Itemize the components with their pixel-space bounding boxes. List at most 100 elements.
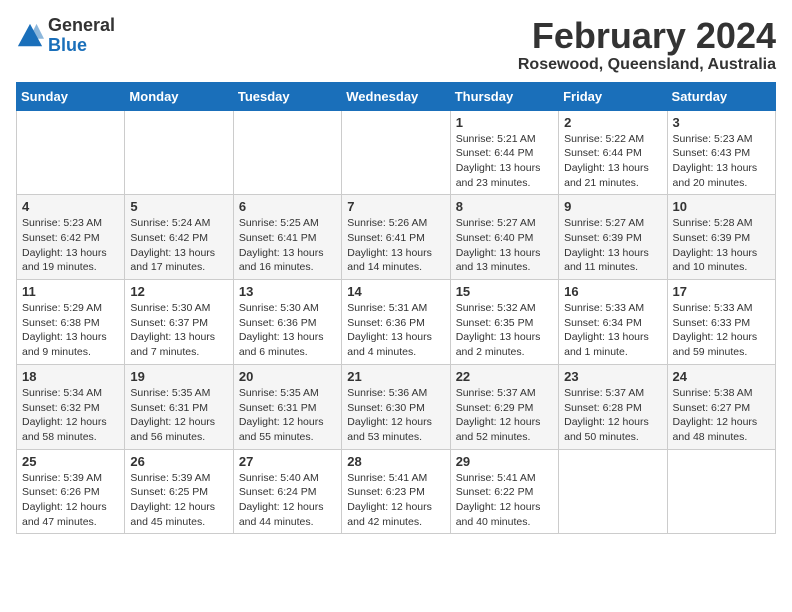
day-number: 14 [347,284,444,299]
day-info: Sunrise: 5:31 AM Sunset: 6:36 PM Dayligh… [347,301,444,360]
day-info: Sunrise: 5:33 AM Sunset: 6:34 PM Dayligh… [564,301,661,360]
day-info: Sunrise: 5:26 AM Sunset: 6:41 PM Dayligh… [347,216,444,275]
day-info: Sunrise: 5:30 AM Sunset: 6:36 PM Dayligh… [239,301,336,360]
day-number: 19 [130,369,227,384]
table-row: 4Sunrise: 5:23 AM Sunset: 6:42 PM Daylig… [17,195,125,280]
header-sunday: Sunday [17,82,125,110]
day-info: Sunrise: 5:27 AM Sunset: 6:39 PM Dayligh… [564,216,661,275]
day-info: Sunrise: 5:38 AM Sunset: 6:27 PM Dayligh… [673,386,770,445]
logo-icon [16,22,44,50]
table-row: 8Sunrise: 5:27 AM Sunset: 6:40 PM Daylig… [450,195,558,280]
table-row: 7 Sunrise: 5:26 AM Sunset: 6:41 PM Daylig… [342,195,450,280]
day-number: 15 [456,284,553,299]
month-title: February 2024 [518,16,776,56]
day-number: 24 [673,369,770,384]
day-info: Sunrise: 5:21 AM Sunset: 6:44 PM Dayligh… [456,132,553,191]
table-row: 13 Sunrise: 5:30 AM Sunset: 6:36 PM Dayli… [233,280,341,365]
table-row: 11 Sunrise: 5:29 AM Sunset: 6:38 PM Dayli… [17,280,125,365]
day-number: 27 [239,454,336,469]
calendar-table: Sunday Monday Tuesday Wednesday Thursday… [16,82,776,535]
day-number: 18 [22,369,119,384]
day-number: 9 [564,199,661,214]
day-number: 20 [239,369,336,384]
table-row: 14 Sunrise: 5:31 AM Sunset: 6:36 PM Dayli… [342,280,450,365]
day-number: 26 [130,454,227,469]
day-info: Sunrise: 5:29 AM Sunset: 6:38 PM Dayligh… [22,301,119,360]
table-row [233,110,341,195]
day-number: 25 [22,454,119,469]
day-info: Sunrise: 5:39 AM Sunset: 6:25 PM Dayligh… [130,471,227,530]
day-info: Sunrise: 5:24 AM Sunset: 6:42 PM Dayligh… [130,216,227,275]
day-info: Sunrise: 5:34 AM Sunset: 6:32 PM Dayligh… [22,386,119,445]
table-row: 25 Sunrise: 5:39 AM Sunset: 6:26 PM Dayli… [17,449,125,534]
table-row: 17Sunrise: 5:33 AM Sunset: 6:33 PM Dayli… [667,280,775,365]
table-row: 21 Sunrise: 5:36 AM Sunset: 6:30 PM Dayli… [342,364,450,449]
logo-text: General Blue [48,16,115,56]
header-thursday: Thursday [450,82,558,110]
header-tuesday: Tuesday [233,82,341,110]
table-row: 5 Sunrise: 5:24 AM Sunset: 6:42 PM Daylig… [125,195,233,280]
calendar-week-3: 11 Sunrise: 5:29 AM Sunset: 6:38 PM Dayli… [17,280,776,365]
table-row: 20 Sunrise: 5:35 AM Sunset: 6:31 PM Dayli… [233,364,341,449]
day-info: Sunrise: 5:35 AM Sunset: 6:31 PM Dayligh… [130,386,227,445]
table-row: 29 Sunrise: 5:41 AM Sunset: 6:22 PM Dayli… [450,449,558,534]
table-row: 1Sunrise: 5:21 AM Sunset: 6:44 PM Daylig… [450,110,558,195]
day-info: Sunrise: 5:22 AM Sunset: 6:44 PM Dayligh… [564,132,661,191]
calendar-week-2: 4Sunrise: 5:23 AM Sunset: 6:42 PM Daylig… [17,195,776,280]
day-info: Sunrise: 5:36 AM Sunset: 6:30 PM Dayligh… [347,386,444,445]
header-saturday: Saturday [667,82,775,110]
day-number: 16 [564,284,661,299]
header: General Blue February 2024 Rosewood, Que… [16,16,776,74]
table-row: 27 Sunrise: 5:40 AM Sunset: 6:24 PM Dayli… [233,449,341,534]
table-row [667,449,775,534]
day-info: Sunrise: 5:33 AM Sunset: 6:33 PM Dayligh… [673,301,770,360]
day-info: Sunrise: 5:41 AM Sunset: 6:22 PM Dayligh… [456,471,553,530]
day-number: 12 [130,284,227,299]
day-number: 13 [239,284,336,299]
table-row: 19 Sunrise: 5:35 AM Sunset: 6:31 PM Dayli… [125,364,233,449]
day-info: Sunrise: 5:37 AM Sunset: 6:28 PM Dayligh… [564,386,661,445]
calendar-header-row: Sunday Monday Tuesday Wednesday Thursday… [17,82,776,110]
day-info: Sunrise: 5:41 AM Sunset: 6:23 PM Dayligh… [347,471,444,530]
table-row: 9 Sunrise: 5:27 AM Sunset: 6:39 PM Daylig… [559,195,667,280]
day-number: 29 [456,454,553,469]
table-row: 2 Sunrise: 5:22 AM Sunset: 6:44 PM Daylig… [559,110,667,195]
day-number: 4 [22,199,119,214]
table-row [342,110,450,195]
table-row: 15Sunrise: 5:32 AM Sunset: 6:35 PM Dayli… [450,280,558,365]
day-number: 5 [130,199,227,214]
table-row: 28 Sunrise: 5:41 AM Sunset: 6:23 PM Dayli… [342,449,450,534]
table-row: 16 Sunrise: 5:33 AM Sunset: 6:34 PM Dayli… [559,280,667,365]
calendar-week-1: 1Sunrise: 5:21 AM Sunset: 6:44 PM Daylig… [17,110,776,195]
table-row [125,110,233,195]
day-number: 21 [347,369,444,384]
title-section: February 2024 Rosewood, Queensland, Aust… [518,16,776,74]
day-info: Sunrise: 5:35 AM Sunset: 6:31 PM Dayligh… [239,386,336,445]
table-row: 18 Sunrise: 5:34 AM Sunset: 6:32 PM Dayli… [17,364,125,449]
table-row: 22Sunrise: 5:37 AM Sunset: 6:29 PM Dayli… [450,364,558,449]
day-info: Sunrise: 5:39 AM Sunset: 6:26 PM Dayligh… [22,471,119,530]
table-row: 23Sunrise: 5:37 AM Sunset: 6:28 PM Dayli… [559,364,667,449]
day-info: Sunrise: 5:30 AM Sunset: 6:37 PM Dayligh… [130,301,227,360]
table-row: 26 Sunrise: 5:39 AM Sunset: 6:25 PM Dayli… [125,449,233,534]
header-monday: Monday [125,82,233,110]
table-row: 12 Sunrise: 5:30 AM Sunset: 6:37 PM Dayli… [125,280,233,365]
table-row: 10Sunrise: 5:28 AM Sunset: 6:39 PM Dayli… [667,195,775,280]
day-number: 11 [22,284,119,299]
table-row [559,449,667,534]
day-info: Sunrise: 5:23 AM Sunset: 6:43 PM Dayligh… [673,132,770,191]
day-number: 28 [347,454,444,469]
day-info: Sunrise: 5:37 AM Sunset: 6:29 PM Dayligh… [456,386,553,445]
header-wednesday: Wednesday [342,82,450,110]
location-title: Rosewood, Queensland, Australia [518,56,776,74]
day-number: 2 [564,115,661,130]
day-number: 7 [347,199,444,214]
header-friday: Friday [559,82,667,110]
table-row: 24 Sunrise: 5:38 AM Sunset: 6:27 PM Dayli… [667,364,775,449]
calendar-week-4: 18 Sunrise: 5:34 AM Sunset: 6:32 PM Dayli… [17,364,776,449]
day-info: Sunrise: 5:40 AM Sunset: 6:24 PM Dayligh… [239,471,336,530]
calendar-week-5: 25 Sunrise: 5:39 AM Sunset: 6:26 PM Dayli… [17,449,776,534]
day-info: Sunrise: 5:28 AM Sunset: 6:39 PM Dayligh… [673,216,770,275]
day-info: Sunrise: 5:27 AM Sunset: 6:40 PM Dayligh… [456,216,553,275]
day-info: Sunrise: 5:25 AM Sunset: 6:41 PM Dayligh… [239,216,336,275]
